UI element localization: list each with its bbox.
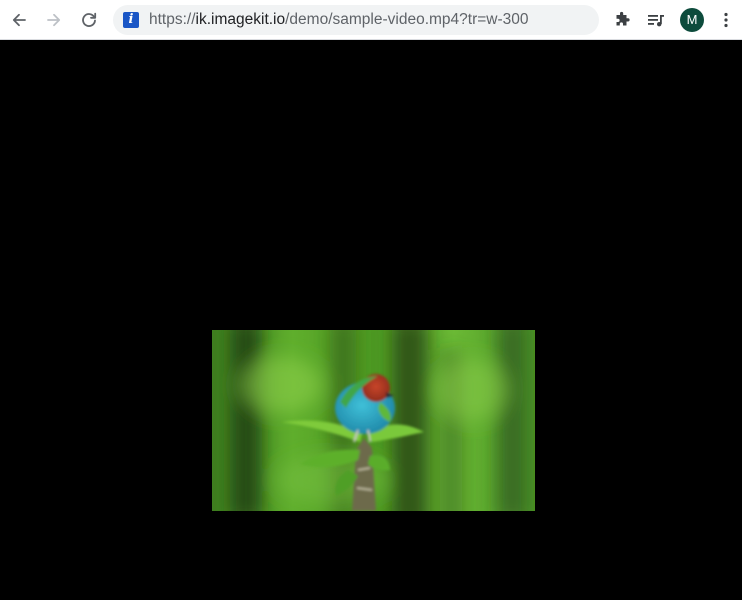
reload-button[interactable] — [75, 6, 103, 34]
media-control-button[interactable] — [642, 6, 670, 34]
page-viewport — [0, 40, 742, 600]
extensions-button[interactable] — [608, 6, 636, 34]
url-scheme: https:// — [149, 11, 196, 28]
kebab-menu-icon — [724, 12, 728, 28]
video-frame-image — [212, 330, 535, 511]
arrow-right-icon — [47, 13, 61, 27]
menu-button[interactable] — [712, 6, 740, 34]
back-button[interactable] — [5, 6, 33, 34]
avatar[interactable]: M — [680, 8, 704, 32]
info-icon[interactable]: i — [123, 12, 139, 28]
browser-toolbar: i https://ik.imagekit.io/demo/sample-vid… — [0, 0, 742, 40]
reload-icon — [82, 12, 97, 27]
url-path: /demo/sample-video.mp4?tr=w-300 — [285, 11, 529, 28]
url-text[interactable]: https://ik.imagekit.io/demo/sample-video… — [149, 5, 529, 35]
arrow-left-icon — [12, 13, 26, 27]
video-player[interactable] — [212, 330, 535, 511]
media-queue-icon — [648, 15, 664, 27]
url-host: ik.imagekit.io — [195, 11, 286, 28]
forward-button[interactable] — [40, 6, 68, 34]
address-bar[interactable]: i https://ik.imagekit.io/demo/sample-vid… — [113, 5, 599, 35]
puzzle-icon — [616, 11, 630, 26]
